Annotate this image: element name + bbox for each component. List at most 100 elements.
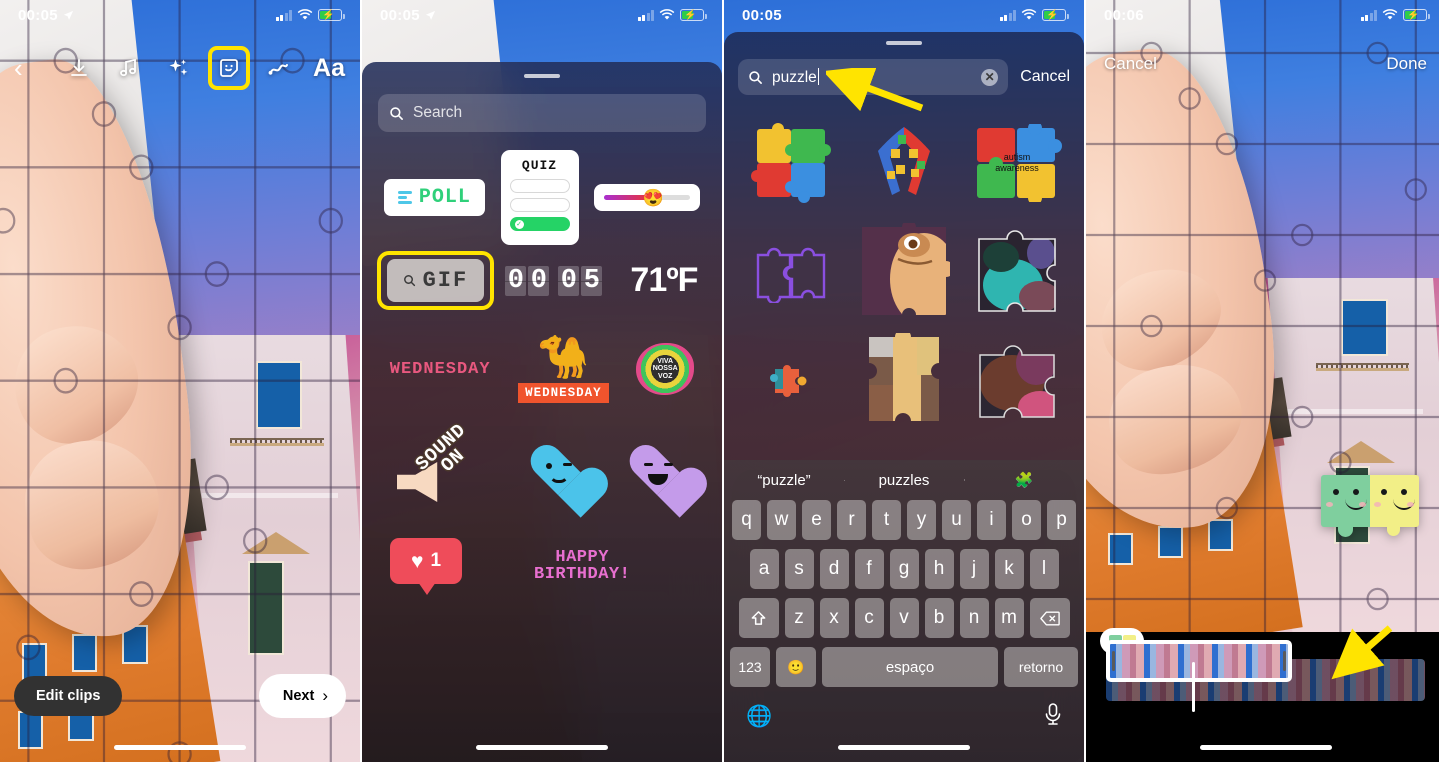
download-icon[interactable] [62,51,96,85]
key-o[interactable]: o [1012,500,1041,540]
text-caret [817,67,820,85]
clear-icon[interactable]: ✕ [981,68,999,86]
search-icon [749,70,762,84]
gif-result-teal-photo-puzzle[interactable] [965,221,1069,321]
battery-charging-icon: ⚡ [318,9,345,21]
poll-sticker[interactable]: POLL [383,179,485,216]
gif-result-autism-awareness-ribbon[interactable] [852,113,956,213]
done-button[interactable]: Done [1386,54,1427,74]
key-d[interactable]: d [819,549,849,589]
gif-sticker[interactable]: GIF [376,251,495,310]
key-z[interactable]: z [784,598,814,638]
microphone-icon[interactable] [1044,702,1062,732]
timeline-handle-left[interactable] [1112,651,1115,671]
prediction-item-0[interactable]: “puzzle” [724,472,844,489]
gif-result-dark-photo-puzzle[interactable] [965,329,1069,429]
gif-result-purple-puzzle-outline[interactable] [739,221,843,321]
status-time-label: 00:05 [18,6,58,24]
prediction-item-2[interactable]: 🧩 [964,471,1084,489]
keyboard: “puzzle” puzzles 🧩 q w e r t y u i o p a… [724,460,1084,762]
gif-results-grid: autism awareness [724,95,1084,433]
purple-heart-sticker[interactable] [627,443,689,501]
gif-result-four-color-puzzle-pieces[interactable] [739,113,843,213]
countdown-sticker[interactable]: 0 0 0 5 [505,265,609,296]
edit-clips-button[interactable]: Edit clips [14,676,123,716]
sound-on-sticker[interactable]: SOUND ON [395,418,491,506]
key-s[interactable]: s [784,549,814,589]
gif-result-tan-puzzle-piece[interactable] [852,329,956,429]
emoji-icon[interactable]: 🙂 [776,647,816,687]
key-w[interactable]: w [767,500,796,540]
poll-sticker-label: POLL [418,186,471,209]
key-q[interactable]: q [732,500,761,540]
key-l[interactable]: l [1029,549,1059,589]
key-y[interactable]: y [907,500,936,540]
placed-puzzle-faces-sticker[interactable] [1321,475,1419,537]
gif-search-value: puzzle [772,68,817,86]
status-indicators: ⚡ [999,9,1069,21]
sheet-grabber[interactable] [524,74,560,78]
happy-birthday-sticker[interactable]: HAPPY BIRTHDAY! [534,548,630,583]
key-j[interactable]: j [959,549,989,589]
key-b[interactable]: b [924,598,954,638]
key-i[interactable]: i [977,500,1006,540]
quiz-sticker[interactable]: QUIZ ✓ [500,150,579,245]
back-button[interactable]: ‹ [14,55,44,81]
key-x[interactable]: x [819,598,849,638]
sticker-row: ♥ 1 HAPPY BIRTHDAY! [376,528,708,604]
text-icon[interactable]: Aa [312,51,346,85]
like-count-sticker[interactable]: ♥ 1 [390,538,462,595]
key-n[interactable]: n [959,598,989,638]
key-t[interactable]: t [872,500,901,540]
key-u[interactable]: u [942,500,971,540]
space-key[interactable]: espaço [822,647,998,687]
key-g[interactable]: g [889,549,919,589]
next-button[interactable]: Next › [258,674,346,718]
backspace-icon [1039,610,1060,626]
timeline-selection[interactable] [1106,640,1292,682]
globe-icon[interactable]: 🌐 [746,705,772,729]
return-key[interactable]: retorno [1004,647,1078,687]
viva-nossa-voz-sticker[interactable]: VIVA NOSSA VOZ [636,343,695,395]
sticker-grid: POLL QUIZ ✓ 😍 GIF 0 0 0 5 71ºF WEDNESDAY… [362,132,722,604]
camel-wednesday-sticker[interactable]: 🐪 WEDNESDAY [518,335,609,403]
numbers-key[interactable]: 123 [730,647,770,687]
timeline-playhead[interactable] [1192,662,1195,712]
wednesday-text-sticker[interactable]: WEDNESDAY [390,360,491,379]
cancel-button[interactable]: Cancel [1020,68,1070,86]
sticker-search-input[interactable]: Search [378,94,706,132]
delete-icon[interactable] [1029,598,1070,638]
next-button-label: Next [282,688,315,704]
sticker-icon[interactable] [208,46,250,90]
story-preview-photo [0,0,360,762]
sheet-grabber[interactable] [886,41,922,45]
key-h[interactable]: h [924,549,954,589]
key-m[interactable]: m [994,598,1024,638]
gif-search-sheet: puzzle ✕ Cancel autism awareness “puzzle… [724,32,1084,762]
draw-icon[interactable] [262,51,296,85]
wifi-icon [297,9,313,20]
key-p[interactable]: p [1047,500,1076,540]
slider-sticker[interactable]: 😍 [594,184,701,211]
gif-search-input[interactable]: puzzle ✕ [738,59,1009,95]
gif-result-cartoon-character-puzzle[interactable] [852,221,956,321]
cancel-button[interactable]: Cancel [1104,54,1157,74]
prediction-item-1[interactable]: puzzles [844,472,964,489]
music-icon[interactable] [112,51,146,85]
timeline-handle-right[interactable] [1283,651,1286,671]
key-r[interactable]: r [837,500,866,540]
shift-icon[interactable] [738,598,779,638]
gif-result-small-colorful-puzzle[interactable] [739,329,843,429]
key-v[interactable]: v [889,598,919,638]
key-k[interactable]: k [994,549,1024,589]
sparkles-icon[interactable] [162,51,196,85]
gif-result-autism-awareness-puzzle[interactable]: autism awareness [965,113,1069,213]
location-arrow-icon [425,10,435,20]
temperature-sticker[interactable]: 71ºF [630,261,698,300]
sticker-tray-sheet: Search POLL QUIZ ✓ 😍 GIF 0 0 0 5 71ºF WE… [362,62,722,762]
key-f[interactable]: f [854,549,884,589]
blue-heart-sticker[interactable] [528,443,590,501]
key-a[interactable]: a [749,549,779,589]
key-c[interactable]: c [854,598,884,638]
key-e[interactable]: e [802,500,831,540]
